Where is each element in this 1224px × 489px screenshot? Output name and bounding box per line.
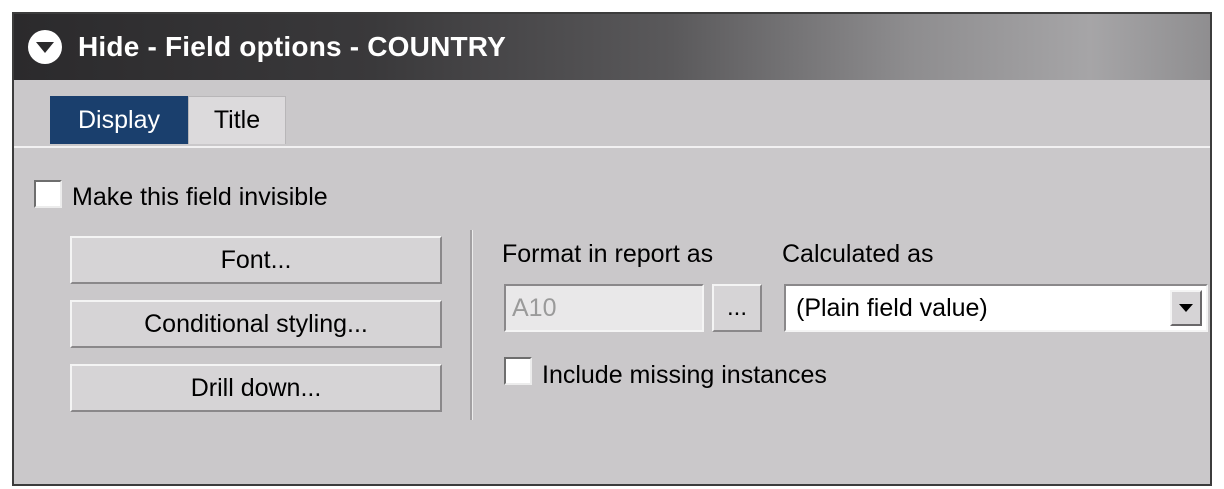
include-missing-checkbox[interactable] bbox=[504, 357, 532, 385]
calculated-select[interactable]: (Plain field value) bbox=[784, 284, 1208, 332]
format-browse-button[interactable]: ... bbox=[712, 284, 762, 332]
dropdown-arrow-icon[interactable] bbox=[1170, 290, 1202, 326]
tab-display[interactable]: Display bbox=[50, 96, 188, 144]
conditional-styling-button[interactable]: Conditional styling... bbox=[70, 300, 442, 348]
format-input[interactable]: A10 bbox=[504, 284, 704, 332]
make-invisible-checkbox[interactable] bbox=[34, 180, 62, 208]
field-options-panel: Hide - Field options - COUNTRY Display T… bbox=[12, 12, 1212, 486]
tab-divider bbox=[14, 146, 1210, 148]
make-invisible-label: Make this field invisible bbox=[72, 183, 328, 211]
format-label: Format in report as bbox=[502, 240, 714, 268]
include-missing-label: Include missing instances bbox=[542, 361, 827, 389]
vertical-divider bbox=[470, 230, 473, 420]
tab-title[interactable]: Title bbox=[188, 96, 286, 144]
chevron-down-circle-icon[interactable] bbox=[28, 30, 62, 64]
calculated-label: Calculated as bbox=[782, 240, 934, 268]
font-button[interactable]: Font... bbox=[70, 236, 442, 284]
calculated-selected-value: (Plain field value) bbox=[796, 293, 988, 322]
panel-header[interactable]: Hide - Field options - COUNTRY bbox=[14, 14, 1210, 80]
tab-bar: Display Title bbox=[50, 96, 286, 144]
panel-title: Hide - Field options - COUNTRY bbox=[78, 31, 507, 62]
drill-down-button[interactable]: Drill down... bbox=[70, 364, 442, 412]
